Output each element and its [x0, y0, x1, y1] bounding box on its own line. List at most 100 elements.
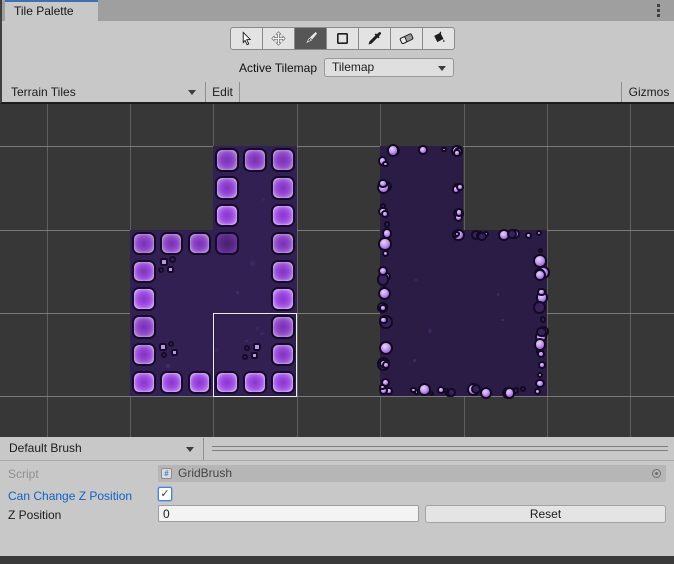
script-icon: #	[161, 468, 172, 479]
tile-palette-grid[interactable]	[0, 104, 674, 437]
palette-bar: Terrain Tiles Edit Gizmos	[0, 82, 674, 104]
cursor-icon	[239, 31, 254, 46]
select-tool-button[interactable]	[230, 27, 263, 50]
grid-line	[0, 396, 674, 397]
move-tool-button[interactable]	[262, 27, 295, 50]
palette-dropdown[interactable]: Terrain Tiles	[4, 82, 205, 102]
palette-tile[interactable]	[382, 361, 390, 369]
eraser-icon	[399, 31, 414, 46]
palette-tile[interactable]	[454, 231, 460, 237]
palette-tile[interactable]	[520, 386, 526, 392]
chevron-down-icon	[438, 66, 446, 71]
grid-line	[47, 104, 48, 437]
palette-tile[interactable]	[188, 232, 212, 256]
palette-tile[interactable]	[536, 230, 542, 236]
palette-tile[interactable]	[160, 232, 184, 256]
palette-tile[interactable]	[384, 221, 391, 228]
can-change-z-checkbox[interactable]: ✓	[158, 487, 172, 501]
palette-tile[interactable]	[418, 145, 428, 155]
palette-tile[interactable]	[379, 316, 388, 325]
palette-tile[interactable]	[441, 147, 446, 152]
palette-tile[interactable]	[271, 176, 295, 200]
tile-picker-tool-button[interactable]	[358, 27, 391, 50]
resize-grip[interactable]	[212, 446, 668, 451]
script-object-field[interactable]: # GridBrush	[158, 465, 666, 482]
tab-title: Tile Palette	[14, 4, 74, 18]
palette-tile[interactable]	[132, 315, 156, 339]
palette-tile[interactable]	[410, 387, 417, 394]
palette-name: Terrain Tiles	[11, 85, 76, 99]
toolbar: Active Tilemap Tilemap	[0, 21, 674, 82]
palette-tile[interactable]	[418, 383, 431, 396]
grid-line	[630, 104, 631, 437]
tool-button-row	[230, 27, 455, 50]
separator	[203, 438, 204, 460]
palette-tile[interactable]	[379, 384, 385, 390]
tile-fill	[380, 146, 463, 230]
palette-tile[interactable]	[132, 343, 156, 367]
palette-tile[interactable]	[536, 327, 546, 337]
palette-tile[interactable]	[382, 161, 388, 167]
brush-inspector: Script # GridBrush Can Change Z Position…	[0, 461, 674, 556]
active-tilemap-dropdown[interactable]: Tilemap	[324, 58, 454, 77]
palette-tile[interactable]	[533, 301, 545, 313]
palette-tile[interactable]	[271, 232, 295, 256]
paint-brush-tool-button[interactable]	[294, 27, 327, 50]
palette-tile[interactable]	[132, 232, 156, 256]
palette-tile[interactable]	[188, 371, 212, 395]
palette-tile[interactable]	[387, 144, 400, 157]
palette-tile[interactable]	[525, 232, 532, 239]
palette-tile[interactable]	[132, 287, 156, 311]
brush-dropdown[interactable]: Default Brush	[2, 438, 203, 459]
palette-tile[interactable]	[271, 204, 295, 228]
tab-bar: Tile Palette	[0, 0, 674, 21]
palette-tile[interactable]	[132, 371, 156, 395]
palette-tile[interactable]	[538, 361, 546, 369]
palette-tile[interactable]	[455, 208, 464, 217]
kebab-menu-icon[interactable]	[657, 4, 661, 17]
script-label: Script	[8, 466, 154, 482]
palette-tile[interactable]	[215, 204, 239, 228]
edit-button-label: Edit	[212, 85, 233, 99]
pebble-tile	[171, 349, 178, 356]
palette-tile[interactable]	[378, 237, 391, 250]
edit-button[interactable]: Edit	[206, 82, 239, 102]
box-fill-tool-button[interactable]	[326, 27, 359, 50]
palette-tile[interactable]	[271, 287, 295, 311]
eraser-tool-button[interactable]	[390, 27, 423, 50]
palette-tile[interactable]	[533, 254, 547, 268]
palette-tile[interactable]	[379, 304, 386, 311]
tab-tile-palette[interactable]: Tile Palette	[5, 0, 98, 21]
reset-button[interactable]: Reset	[425, 505, 666, 523]
gizmos-button[interactable]: Gizmos	[622, 82, 674, 102]
palette-tile[interactable]	[132, 260, 156, 284]
z-position-input[interactable]	[158, 505, 419, 522]
palette-tile[interactable]	[513, 387, 519, 393]
script-value: GridBrush	[178, 466, 232, 480]
window-footer	[0, 556, 674, 564]
object-picker-icon[interactable]	[652, 469, 661, 478]
palette-tile[interactable]	[243, 148, 267, 172]
palette-tile[interactable]	[537, 288, 545, 296]
palette-tile[interactable]	[540, 316, 546, 322]
move-icon	[271, 31, 286, 46]
palette-tile[interactable]	[215, 232, 239, 256]
palette-tile[interactable]	[160, 371, 184, 395]
palette-tile[interactable]	[535, 379, 545, 389]
palette-tile[interactable]	[215, 148, 239, 172]
palette-tile[interactable]	[271, 260, 295, 284]
chevron-down-icon	[188, 90, 196, 95]
palette-tile[interactable]	[453, 149, 461, 157]
rectangle-icon	[335, 31, 350, 46]
flood-fill-tool-button[interactable]	[422, 27, 455, 50]
palette-tile[interactable]	[215, 176, 239, 200]
pebble-tile	[167, 266, 174, 273]
fill-speckle	[413, 359, 415, 361]
palette-tile[interactable]	[477, 232, 487, 242]
palette-tile[interactable]	[447, 388, 456, 397]
pebble-tile	[159, 343, 167, 351]
eyedropper-icon	[367, 31, 382, 46]
tile-fill	[380, 230, 547, 397]
palette-tile[interactable]	[471, 384, 481, 394]
palette-tile[interactable]	[271, 148, 295, 172]
